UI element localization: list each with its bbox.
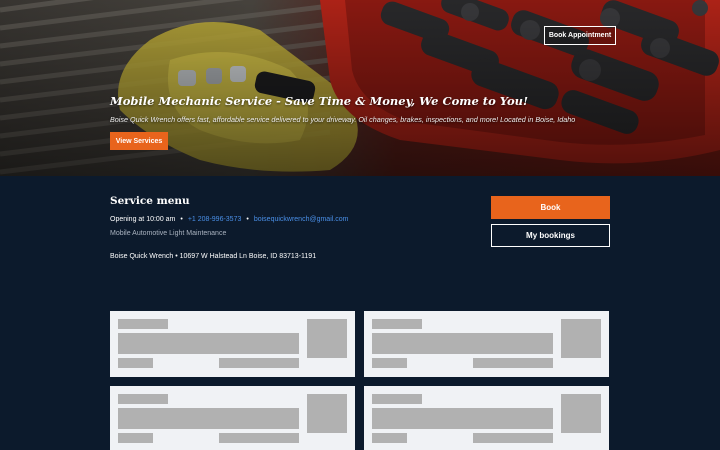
skeleton-price [372,433,407,443]
skeleton-thumbnail [307,394,347,433]
service-card-placeholder[interactable] [110,386,355,450]
separator-dot: • [246,216,249,223]
skeleton-title [118,319,168,329]
skeleton-price [118,358,153,368]
phone-link[interactable]: +1 208-996-3573 [188,216,242,223]
view-services-button[interactable]: View Services [110,132,168,150]
business-address: Boise Quick Wrench • 10697 W Halstead Ln… [110,253,317,260]
skeleton-description [372,333,553,354]
book-appointment-button[interactable]: Book Appointment [544,26,616,45]
book-button[interactable]: Book [491,196,610,219]
skeleton-thumbnail [561,394,601,433]
hero-title: Mobile Mechanic Service - Save Time & Mo… [110,94,529,108]
skeleton-description [118,333,299,354]
business-info-line: Opening at 10:00 am • +1 208-996-3573 • bois… [110,216,348,223]
skeleton-price [118,433,153,443]
separator-dot: • [180,216,183,223]
skeleton-thumbnail [561,319,601,358]
service-card-placeholder[interactable] [364,311,609,377]
skeleton-duration [219,358,299,368]
service-card-placeholder[interactable] [364,386,609,450]
skeleton-title [372,394,422,404]
skeleton-duration [473,358,553,368]
hero-subtitle: Boise Quick Wrench offers fast, affordab… [110,115,576,124]
business-category: Mobile Automotive Light Maintenance [110,230,227,237]
skeleton-thumbnail [307,319,347,358]
skeleton-price [372,358,407,368]
skeleton-duration [473,433,553,443]
hero-banner: Mobile Mechanic Service - Save Time & Mo… [0,0,720,176]
skeleton-duration [219,433,299,443]
skeleton-description [118,408,299,429]
email-link[interactable]: boisequickwrench@gmail.com [254,216,349,223]
skeleton-title [372,319,422,329]
service-menu-heading: Service menu [110,195,190,207]
my-bookings-button[interactable]: My bookings [491,224,610,247]
opening-hours: Opening at 10:00 am [110,216,176,223]
skeleton-title [118,394,168,404]
service-card-placeholder[interactable] [110,311,355,377]
skeleton-description [372,408,553,429]
